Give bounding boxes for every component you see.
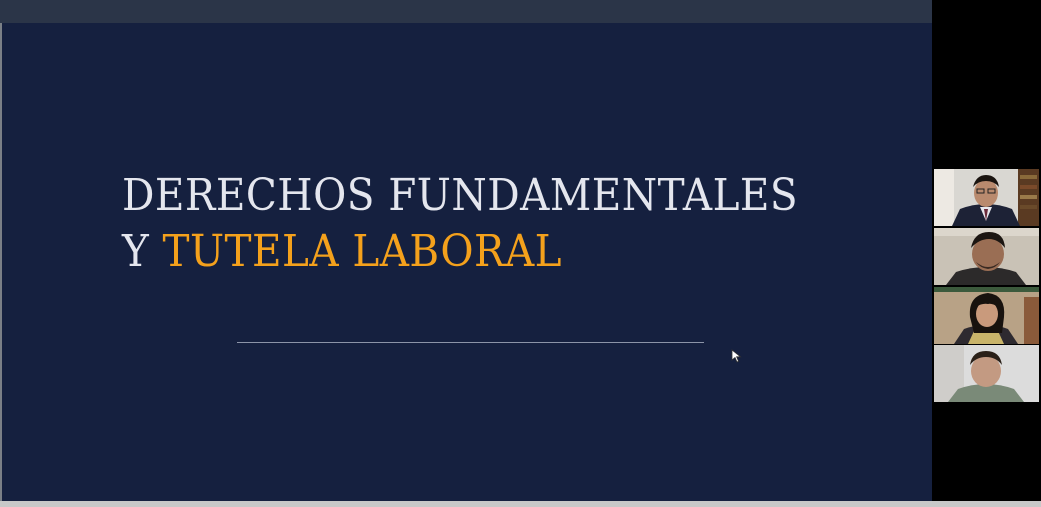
slide-title: DERECHOS FUNDAMENTALES Y TUTELA LABORAL xyxy=(122,168,798,280)
participant-gallery xyxy=(934,169,1039,402)
slide-title-line1: DERECHOS FUNDAMENTALES xyxy=(122,170,799,221)
share-toolbar xyxy=(0,0,932,23)
mouse-cursor-icon xyxy=(731,349,742,363)
slide-divider xyxy=(237,342,704,343)
participant-3-video xyxy=(934,287,1039,344)
participant-1-video xyxy=(934,169,1039,226)
window-bottom-strip xyxy=(0,501,1041,507)
participant-video-tile[interactable] xyxy=(934,228,1039,285)
meeting-window: DERECHOS FUNDAMENTALES Y TUTELA LABORAL xyxy=(0,0,1041,507)
participant-video-tile[interactable] xyxy=(934,287,1039,344)
share-left-edge xyxy=(0,23,2,501)
participant-2-video xyxy=(934,228,1039,285)
slide-title-line2-prefix: Y xyxy=(122,226,163,277)
shared-screen: DERECHOS FUNDAMENTALES Y TUTELA LABORAL xyxy=(0,0,932,507)
participant-video-tile[interactable] xyxy=(934,169,1039,226)
participant-4-video xyxy=(934,345,1039,402)
slide-title-accent: TUTELA LABORAL xyxy=(162,226,563,277)
participant-video-tile[interactable] xyxy=(934,345,1039,402)
